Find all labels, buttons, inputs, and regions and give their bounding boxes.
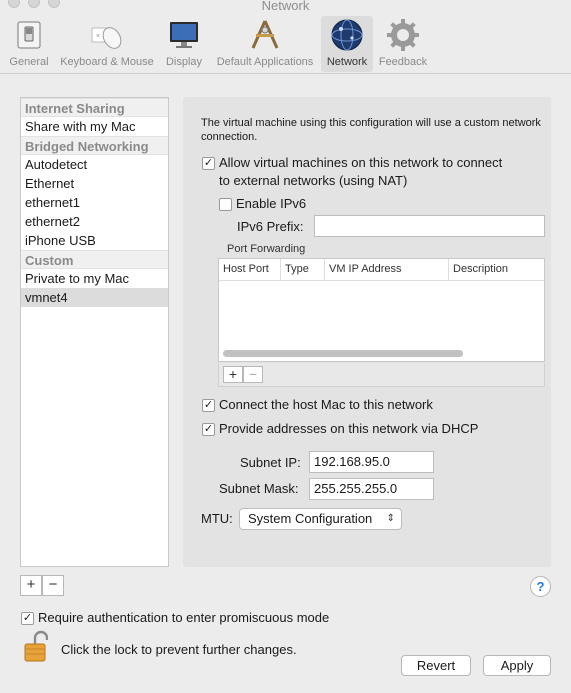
tab-display[interactable]: Display (162, 16, 206, 72)
tab-keyboard-mouse-label: Keyboard & Mouse (60, 56, 154, 68)
remove-port-forward-button[interactable]: − (243, 366, 263, 383)
column-description[interactable]: Description (449, 259, 545, 280)
tab-display-label: Display (165, 56, 203, 68)
section-bridged-networking: Bridged Networking (21, 136, 168, 155)
ipv6-checkbox[interactable] (219, 198, 232, 211)
subnet-ip-label: Subnet IP: (240, 455, 301, 470)
ipv6-label: Enable IPv6 (236, 196, 307, 211)
revert-button[interactable]: Revert (401, 655, 471, 676)
tab-feedback-label: Feedback (378, 56, 428, 68)
ipv6-prefix-field[interactable] (314, 215, 545, 237)
applications-icon (251, 20, 279, 49)
network-item-ethernet[interactable]: Ethernet (21, 174, 168, 193)
apply-button[interactable]: Apply (483, 655, 551, 676)
mtu-select[interactable]: System Configuration ⇕ (239, 508, 402, 530)
column-vm-ip-address[interactable]: VM IP Address (325, 259, 449, 280)
tab-general-label: General (9, 56, 49, 68)
tab-general[interactable]: General (6, 16, 52, 72)
subnet-ip-field[interactable]: 192.168.95.0 (309, 451, 434, 473)
dhcp-label: Provide addresses on this network via DH… (219, 421, 479, 436)
tab-network[interactable]: Network (321, 16, 373, 72)
mouse-icon: × (91, 27, 122, 49)
subnet-mask-field[interactable]: 255.255.255.0 (309, 478, 434, 500)
section-custom: Custom (21, 250, 168, 269)
mtu-label: MTU: (201, 511, 233, 526)
network-list: Internet Sharing Share with my Mac Bridg… (20, 97, 169, 567)
connect-host-label: Connect the host Mac to this network (219, 397, 433, 412)
column-type[interactable]: Type (281, 259, 325, 280)
network-item-iphone-usb[interactable]: iPhone USB (21, 231, 168, 250)
tab-network-label: Network (326, 56, 368, 68)
nat-label-line1: Allow virtual machines on this network t… (219, 155, 503, 170)
lock-icon[interactable] (24, 630, 48, 662)
port-forwarding-header: Host Port Type VM IP Address Description (219, 259, 544, 281)
network-item-vmnet4[interactable]: vmnet4 (21, 288, 168, 307)
connect-host-checkbox[interactable]: ✓ (202, 399, 215, 412)
tab-default-applications-label: Default Applications (216, 56, 314, 68)
network-item-autodetect[interactable]: Autodetect (21, 155, 168, 174)
add-network-button[interactable]: + (20, 575, 42, 596)
network-item-ethernet2[interactable]: ethernet2 (21, 212, 168, 231)
lock-text: Click the lock to prevent further change… (61, 642, 297, 657)
nat-label-line2: to external networks (using NAT) (219, 173, 408, 188)
help-button[interactable]: ? (530, 576, 551, 597)
intro-text: The virtual machine using this configura… (201, 117, 541, 143)
port-forwarding-scrollbar[interactable] (223, 350, 463, 357)
tab-feedback[interactable]: Feedback (376, 16, 430, 72)
tab-default-applications[interactable]: Default Applications (210, 16, 320, 72)
network-item-ethernet1[interactable]: ethernet1 (21, 193, 168, 212)
window-title: Network (261, 0, 310, 13)
preferences-toolbar: General × Keyboard & Mouse Display Defau… (0, 14, 571, 74)
monitor-icon (170, 22, 198, 48)
network-item-share-with-my-mac[interactable]: Share with my Mac (21, 117, 168, 136)
promiscuous-mode-label: Require authentication to enter promiscu… (38, 610, 330, 625)
add-port-forward-button[interactable]: + (223, 366, 243, 383)
ipv6-prefix-label: IPv6 Prefix: (237, 219, 304, 234)
column-host-port[interactable]: Host Port (219, 259, 281, 280)
port-forwarding-table: Host Port Type VM IP Address Description (218, 258, 545, 362)
dhcp-checkbox[interactable]: ✓ (202, 423, 215, 436)
svg-text:×: × (96, 33, 100, 40)
tab-keyboard-mouse[interactable]: × Keyboard & Mouse (56, 16, 158, 72)
nat-checkbox[interactable]: ✓ (202, 157, 215, 170)
subnet-mask-label: Subnet Mask: (219, 481, 299, 496)
section-internet-sharing: Internet Sharing (21, 98, 168, 117)
remove-network-button[interactable]: − (42, 575, 64, 596)
globe-icon (331, 19, 363, 51)
mtu-select-value: System Configuration (248, 511, 373, 526)
port-forwarding-label: Port Forwarding (227, 243, 306, 255)
chevron-updown-icon: ⇕ (386, 513, 395, 524)
title-bar: Network (0, 0, 571, 13)
port-forwarding-footer: + − (218, 363, 545, 387)
switch-icon (17, 21, 41, 49)
network-item-private-to-my-mac[interactable]: Private to my Mac (21, 269, 168, 288)
gear-icon (387, 19, 419, 51)
promiscuous-mode-checkbox[interactable]: ✓ (21, 612, 34, 625)
